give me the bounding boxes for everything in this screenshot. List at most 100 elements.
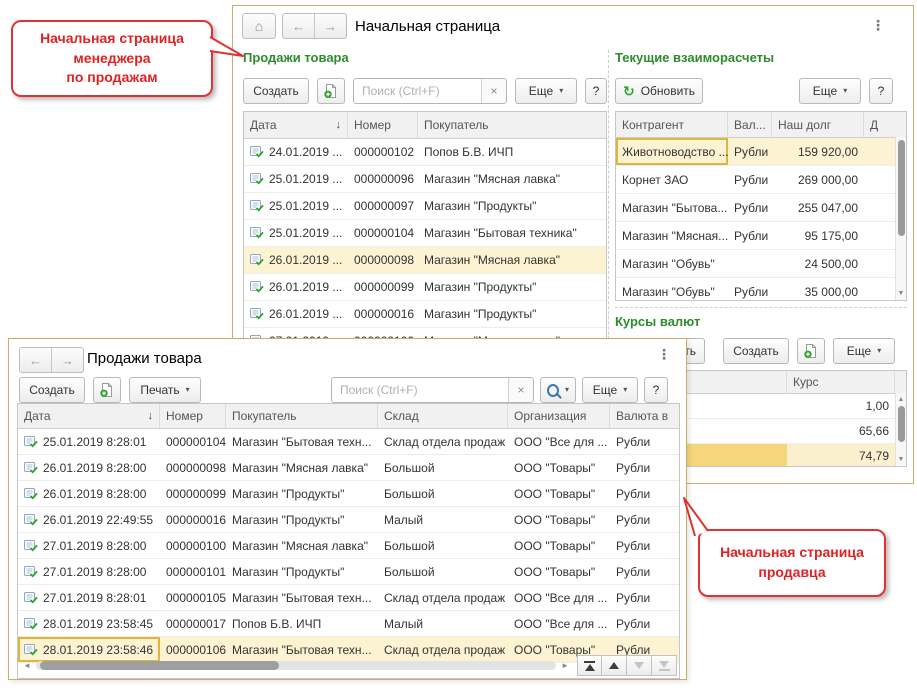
table-row[interactable]: 24.01.2019 ... 000000102 Попов Б.В. ИЧП <box>244 139 606 166</box>
column-organization[interactable]: Организация <box>508 404 610 428</box>
forward-button[interactable]: → <box>51 348 83 372</box>
table-row[interactable]: 26.01.2019 ... 000000016 Магазин "Продук… <box>244 301 606 328</box>
window-title: Начальная страница <box>355 18 500 35</box>
print-button[interactable]: Печать▾ <box>129 377 201 403</box>
go-to-first-row-button[interactable] <box>577 655 602 676</box>
create-new-document-button[interactable] <box>317 78 345 104</box>
scrollbar-thumb[interactable] <box>898 406 905 442</box>
column-d[interactable]: Д <box>864 112 906 137</box>
posted-document-icon <box>24 592 38 604</box>
table-row[interactable]: 27.01.2019 8:28:01 000000105 Магазин "Бы… <box>18 585 679 611</box>
horizontal-scrollbar[interactable] <box>36 661 556 670</box>
triangle-up-icon <box>609 662 619 669</box>
back-button[interactable]: ← <box>20 348 51 372</box>
table-row[interactable]: 25.01.2019 ... 000000096 Магазин "Мясная… <box>244 166 606 193</box>
cell-buyer: Магазин "Мясная лавка" <box>418 247 606 273</box>
chevron-down-icon: ▾ <box>559 87 563 95</box>
column-number-label: Номер <box>354 118 391 132</box>
posted-document-icon <box>250 200 264 212</box>
vertical-scrollbar[interactable]: ▲ ▼ <box>895 393 906 466</box>
scroll-up-icon[interactable]: ▲ <box>896 396 906 403</box>
cell-contractor: Магазин "Мясная... <box>616 222 728 249</box>
table-row[interactable]: 26.01.2019 8:28:00 000000099 Магазин "Пр… <box>18 481 679 507</box>
table-row[interactable]: 25.01.2019 8:28:01 000000104 Магазин "Бы… <box>18 429 679 455</box>
currency-value: Рубли <box>616 591 650 605</box>
cell-contractor: Корнет ЗАО <box>616 166 728 193</box>
clear-search-button[interactable]: × <box>481 79 506 103</box>
column-currency[interactable]: Вал... <box>728 112 772 137</box>
date-value: 24.01.2019 ... <box>269 145 342 159</box>
create-button[interactable]: Создать <box>243 78 309 104</box>
table-row[interactable]: Магазин "Обувь" 24 500,00 <box>616 250 906 278</box>
search-input[interactable] <box>354 79 481 103</box>
warehouse-value: Большой <box>384 565 435 579</box>
back-button[interactable]: ← <box>283 14 314 38</box>
table-row[interactable]: 26.01.2019 ... 000000098 Магазин "Мясная… <box>244 247 606 274</box>
column-buyer[interactable]: Покупатель <box>418 112 606 138</box>
table-row[interactable]: 26.01.2019 ... 000000099 Магазин "Продук… <box>244 274 606 301</box>
posted-document-icon <box>24 462 38 474</box>
column-buyer[interactable]: Покупатель <box>226 404 378 428</box>
cell-buyer: Магазин "Продукты" <box>418 301 606 327</box>
create-button[interactable]: Создать <box>723 338 789 364</box>
table-row[interactable]: Животноводство ... Рубли 159 920,00 <box>616 138 906 166</box>
column-rate[interactable]: Курс <box>787 371 895 393</box>
cell-currency: Рубли <box>610 611 679 636</box>
table-row[interactable]: 27.01.2019 8:28:00 000000100 Магазин "Мя… <box>18 533 679 559</box>
table-row[interactable]: Магазин "Мясная... Рубли 95 175,00 <box>616 222 906 250</box>
column-our-debt[interactable]: Наш долг <box>772 112 864 137</box>
more-button[interactable]: Еще▾ <box>799 78 861 104</box>
help-button[interactable]: ? <box>644 377 668 403</box>
column-currency[interactable]: Валюта в <box>610 404 679 428</box>
table-row[interactable]: 25.01.2019 ... 000000097 Магазин "Продук… <box>244 193 606 220</box>
scroll-down-icon[interactable]: ▼ <box>896 456 906 463</box>
scroll-left-icon[interactable]: ◄ <box>23 662 31 670</box>
column-number[interactable]: Номер <box>160 404 226 428</box>
create-button[interactable]: Создать <box>19 377 85 403</box>
next-row-button[interactable] <box>627 655 652 676</box>
help-button[interactable]: ? <box>585 78 607 104</box>
search-input[interactable] <box>332 378 508 402</box>
debt-value: 159 920,00 <box>798 145 858 159</box>
posted-document-icon <box>250 146 264 158</box>
table-row[interactable]: Корнет ЗАО Рубли 269 000,00 <box>616 166 906 194</box>
seller-callout-tail <box>678 494 718 538</box>
table-row[interactable]: 27.01.2019 8:28:00 000000101 Магазин "Пр… <box>18 559 679 585</box>
go-to-last-row-button[interactable] <box>652 655 677 676</box>
menu-icon[interactable]: ⋮ <box>657 347 671 361</box>
column-contractor[interactable]: Контрагент <box>616 112 728 137</box>
scroll-down-icon[interactable]: ▼ <box>896 290 906 297</box>
table-row[interactable]: 26.01.2019 8:28:00 000000098 Магазин "Мя… <box>18 455 679 481</box>
clear-search-button[interactable]: × <box>508 378 533 402</box>
column-number[interactable]: Номер <box>348 112 418 138</box>
table-row[interactable]: Магазин "Обувь" Рубли 35 000,00 <box>616 278 906 301</box>
create-new-document-button[interactable] <box>797 338 825 364</box>
menu-icon[interactable]: ⋮ <box>871 18 885 32</box>
column-date[interactable]: Дата↓ <box>244 112 348 138</box>
scrollbar-thumb[interactable] <box>40 661 279 670</box>
more-button[interactable]: Еще▾ <box>515 78 577 104</box>
help-button[interactable]: ? <box>869 78 893 104</box>
vertical-scrollbar[interactable]: ▼ <box>895 137 906 300</box>
cell-number: 000000105 <box>160 585 226 610</box>
more-button[interactable]: Еще▾ <box>833 338 895 364</box>
forward-button[interactable]: → <box>314 14 346 38</box>
scroll-right-icon[interactable]: ► <box>561 662 569 670</box>
column-date[interactable]: Дата↓ <box>18 404 160 428</box>
search-icon <box>547 384 559 397</box>
create-new-document-button[interactable] <box>93 377 121 403</box>
date-value: 26.01.2019 8:28:00 <box>43 487 146 501</box>
search-options-button[interactable]: ▾ <box>540 377 576 403</box>
column-warehouse[interactable]: Склад <box>378 404 508 428</box>
home-button[interactable]: ⌂ <box>242 13 276 39</box>
more-button[interactable]: Еще▾ <box>582 377 638 403</box>
table-row[interactable]: 25.01.2019 ... 000000104 Магазин "Бытова… <box>244 220 606 247</box>
cell-buyer: Магазин "Мясная лавка" <box>418 166 606 192</box>
refresh-button[interactable]: ↻ Обновить <box>615 78 703 104</box>
scrollbar-thumb[interactable] <box>898 140 905 236</box>
table-row[interactable]: Магазин "Бытова... Рубли 255 047,00 <box>616 194 906 222</box>
table-body: Животноводство ... Рубли 159 920,00 Корн… <box>616 138 906 301</box>
previous-row-button[interactable] <box>602 655 627 676</box>
table-row[interactable]: 28.01.2019 23:58:45 000000017 Попов Б.В.… <box>18 611 679 637</box>
table-row[interactable]: 26.01.2019 22:49:55 000000016 Магазин "П… <box>18 507 679 533</box>
